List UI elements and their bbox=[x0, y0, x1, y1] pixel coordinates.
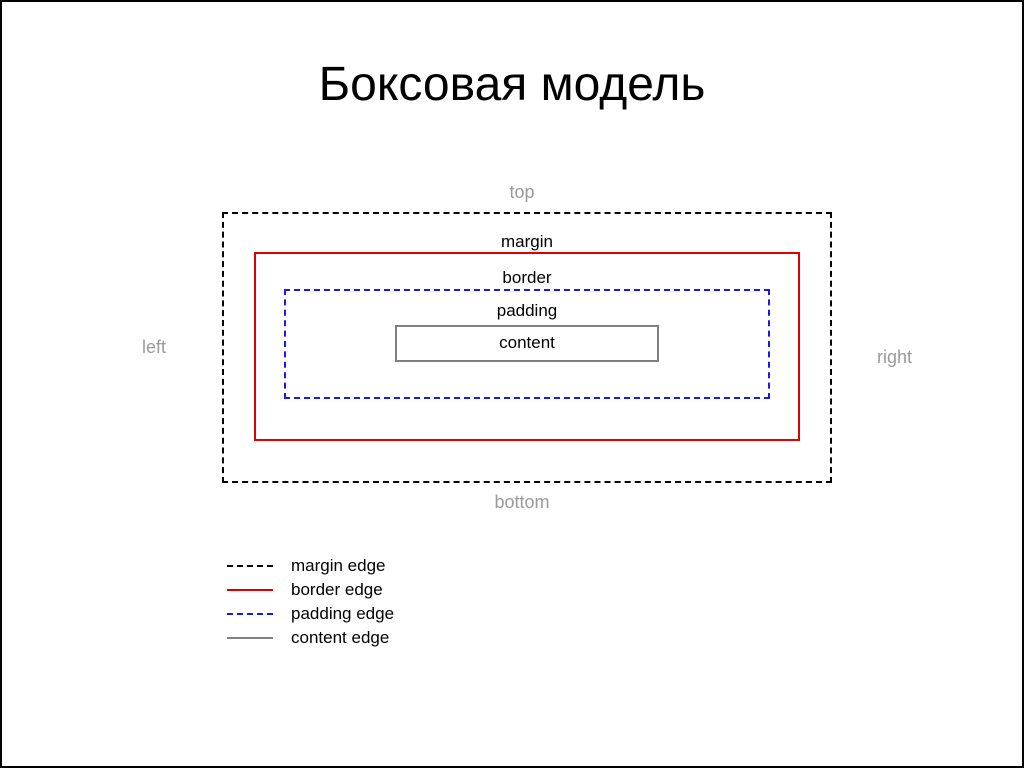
direction-right-label: right bbox=[877, 347, 912, 368]
legend-swatch-border bbox=[227, 589, 273, 591]
legend-text-border: border edge bbox=[291, 580, 383, 600]
legend-text-content: content edge bbox=[291, 628, 389, 648]
legend-row-content: content edge bbox=[227, 628, 394, 648]
slide-title: Боксовая модель bbox=[2, 57, 1022, 112]
legend: margin edge border edge padding edge con… bbox=[227, 552, 394, 652]
legend-swatch-content bbox=[227, 637, 273, 639]
margin-label: margin bbox=[254, 232, 800, 252]
content-box: content bbox=[395, 325, 659, 361]
legend-swatch-margin bbox=[227, 565, 273, 567]
legend-text-margin: margin edge bbox=[291, 556, 386, 576]
slide: Боксовая модель top left right bottom ma… bbox=[0, 0, 1024, 768]
padding-box: padding content bbox=[284, 289, 770, 399]
direction-top-label: top bbox=[142, 182, 902, 203]
legend-row-margin: margin edge bbox=[227, 556, 394, 576]
legend-row-padding: padding edge bbox=[227, 604, 394, 624]
border-label: border bbox=[284, 268, 770, 288]
nested-boxes: margin border padding content bbox=[222, 212, 832, 483]
direction-bottom-label: bottom bbox=[142, 492, 902, 513]
margin-box: margin border padding content bbox=[222, 212, 832, 483]
legend-row-border: border edge bbox=[227, 580, 394, 600]
legend-text-padding: padding edge bbox=[291, 604, 394, 624]
padding-label: padding bbox=[346, 301, 708, 321]
content-label: content bbox=[397, 333, 657, 353]
direction-left-label: left bbox=[142, 337, 166, 358]
border-box: border padding content bbox=[254, 252, 800, 440]
legend-swatch-padding bbox=[227, 613, 273, 615]
